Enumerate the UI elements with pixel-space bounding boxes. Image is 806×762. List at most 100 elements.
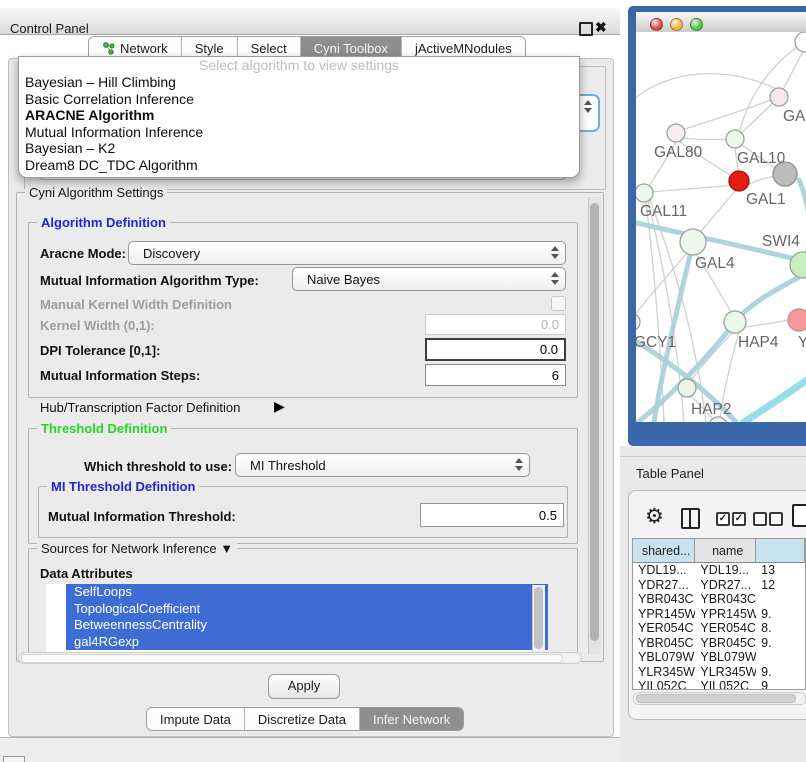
table-cell[interactable]: YPR145W [633, 607, 695, 622]
column-header-hidden[interactable] [756, 539, 805, 563]
table-cell[interactable]: 13 [756, 563, 805, 578]
table-cell[interactable]: YBR045C [633, 636, 695, 651]
algorithm-option-dream8-dc-tdc-algorithm[interactable]: Dream8 DC_TDC Algorithm [19, 157, 579, 174]
mi-threshold-field[interactable] [420, 503, 564, 527]
settings-scrollbar-track[interactable] [588, 198, 601, 654]
apply-button[interactable]: Apply [268, 674, 340, 699]
network-node-gal[interactable] [770, 88, 788, 106]
mi-type-value: Naive Bayes [307, 272, 380, 287]
table-cell[interactable]: 9. [756, 665, 805, 680]
table-cell[interactable]: YBL079W [633, 650, 695, 665]
table-cell[interactable] [756, 650, 805, 665]
gear-icon[interactable]: ⚙ [645, 504, 664, 529]
checkbox-checked-icon[interactable]: ✓ [732, 512, 746, 526]
tab-impute-data[interactable]: Impute Data [147, 708, 245, 730]
table-row[interactable]: YBL079WYBL079W [633, 650, 805, 665]
algorithm-option-bayesian-k2[interactable]: Bayesian – K2 [19, 140, 579, 157]
node-label: GAL10 [737, 150, 786, 167]
attributes-scrollbar-track[interactable] [532, 585, 545, 653]
columns-icon[interactable] [681, 508, 700, 529]
table-cell[interactable]: 12 [756, 578, 805, 593]
table-row[interactable]: YDL19...YDL19...13 [633, 563, 805, 578]
table-row[interactable]: YBR043CYBR043C [633, 592, 805, 607]
table-cell[interactable]: 8. [756, 621, 805, 636]
which-threshold-value: MI Threshold [250, 458, 326, 473]
column-header-shared[interactable]: shared... [633, 539, 695, 563]
table-cell[interactable]: 9 [756, 679, 805, 690]
table-cell[interactable]: YLR345W [633, 665, 695, 680]
table-cell[interactable]: YDL19... [633, 563, 695, 578]
table-row[interactable]: YBR045CYBR045C9. [633, 636, 805, 651]
table-row[interactable]: YLR345WYLR345W9. [633, 665, 805, 680]
settings-hscrollbar-thumb[interactable] [21, 654, 563, 663]
dpi-tolerance-field[interactable] [425, 338, 566, 361]
table-hscrollbar-track[interactable] [633, 692, 806, 705]
close-icon[interactable]: ✖ [595, 19, 607, 36]
hub-collapsed-arrow-icon[interactable]: ▶ [274, 398, 285, 415]
table-cell[interactable]: YLR345W [695, 665, 756, 680]
checkbox-unchecked-icon[interactable] [769, 512, 783, 526]
network-node-gal4[interactable] [680, 229, 706, 255]
close-traffic-light-icon[interactable] [650, 18, 663, 31]
minimize-traffic-light-icon[interactable] [670, 18, 683, 31]
checkbox-unchecked-icon[interactable] [753, 512, 767, 526]
attribute-item-betweennesscentrality[interactable]: BetweennessCentrality [66, 617, 548, 634]
table-cell[interactable]: YER054C [633, 621, 695, 636]
algorithm-option-mutual-information-inference[interactable]: Mutual Information Inference [19, 124, 579, 141]
table-row[interactable]: YER054CYER054C8. [633, 621, 805, 636]
attribute-item-topologicalcoefficient[interactable]: TopologicalCoefficient [66, 601, 548, 618]
attribute-item-gal4rgexp[interactable]: gal4RGexp [66, 634, 548, 651]
table-cell[interactable]: YDR27... [695, 578, 756, 593]
aracne-mode-combobox[interactable]: Discovery [128, 241, 566, 265]
table-cell[interactable]: 9. [756, 607, 805, 622]
attributes-scrollbar-thumb[interactable] [534, 587, 543, 649]
cyni-settings-legend: Cyni Algorithm Settings [25, 185, 167, 200]
network-node-gal1[interactable] [729, 171, 749, 191]
algorithm-option-bayesian-hill-climbing[interactable]: Bayesian – Hill Climbing [19, 74, 579, 91]
docked-panel-icon[interactable] [3, 756, 25, 762]
network-canvas[interactable]: GALGAL80GAL10GAL1GAL11GAL4SWI4GCY1HAP4YH… [636, 32, 806, 422]
network-node-hap2[interactable] [678, 379, 696, 397]
settings-hscrollbar-track[interactable] [18, 652, 582, 664]
table-row[interactable]: YIL052CYIL052C9 [633, 679, 805, 690]
table-hscrollbar-thumb[interactable] [636, 694, 796, 703]
table-cell[interactable]: YDL19... [695, 563, 756, 578]
which-threshold-combobox[interactable]: MI Threshold [235, 453, 530, 477]
algorithm-option-basic-correlation-inference[interactable]: Basic Correlation Inference [19, 91, 579, 108]
table-cell[interactable]: 9. [756, 636, 805, 651]
column-header-name[interactable]: name [695, 539, 756, 563]
network-node-gal11[interactable] [636, 184, 653, 202]
data-attributes-list[interactable]: SelfLoopsTopologicalCoefficientBetweenne… [46, 584, 548, 654]
table-cell[interactable]: YBR043C [633, 592, 695, 607]
network-node-gal80[interactable] [667, 124, 685, 142]
network-node-y[interactable] [788, 309, 806, 331]
table-cell[interactable]: YDR27... [633, 578, 695, 593]
table-cell[interactable]: YBL079W [695, 650, 756, 665]
mi-type-combobox[interactable]: Naive Bayes [292, 267, 566, 291]
checkbox-checked-icon[interactable]: ✓ [716, 512, 730, 526]
attribute-item-selfloops[interactable]: SelfLoops [66, 584, 548, 601]
float-window-icon[interactable] [579, 22, 593, 36]
mi-steps-field[interactable] [425, 364, 566, 386]
network-window-titlebar[interactable] [636, 12, 806, 34]
table-row[interactable]: YPR145WYPR145W9. [633, 607, 805, 622]
table-cell[interactable]: YER054C [695, 621, 756, 636]
table-cell[interactable] [756, 592, 805, 607]
settings-scrollbar-thumb[interactable] [590, 203, 599, 641]
table-cell[interactable]: YBR043C [695, 592, 756, 607]
table-cell[interactable]: YPR145W [695, 607, 756, 622]
table-cell[interactable]: YIL052C [633, 679, 695, 690]
network-node[interactable] [795, 32, 806, 52]
new-table-icon[interactable] [792, 504, 806, 527]
algorithm-option-aracne-algorithm[interactable]: ARACNE Algorithm [19, 107, 579, 124]
table-cell[interactable]: YBR045C [695, 636, 756, 651]
maximize-traffic-light-icon[interactable] [690, 18, 703, 31]
table-row[interactable]: YDR27...YDR27...12 [633, 578, 805, 593]
tab-infer-network[interactable]: Infer Network [360, 708, 463, 730]
tab-discretize-data[interactable]: Discretize Data [245, 708, 360, 730]
network-node-gcy1[interactable] [636, 313, 640, 331]
sources-expanded-arrow-icon[interactable]: ▼ [220, 541, 233, 556]
table-cell[interactable]: YIL052C [695, 679, 756, 690]
network-node-hap4[interactable] [724, 311, 746, 333]
network-node-gal10[interactable] [726, 130, 744, 148]
